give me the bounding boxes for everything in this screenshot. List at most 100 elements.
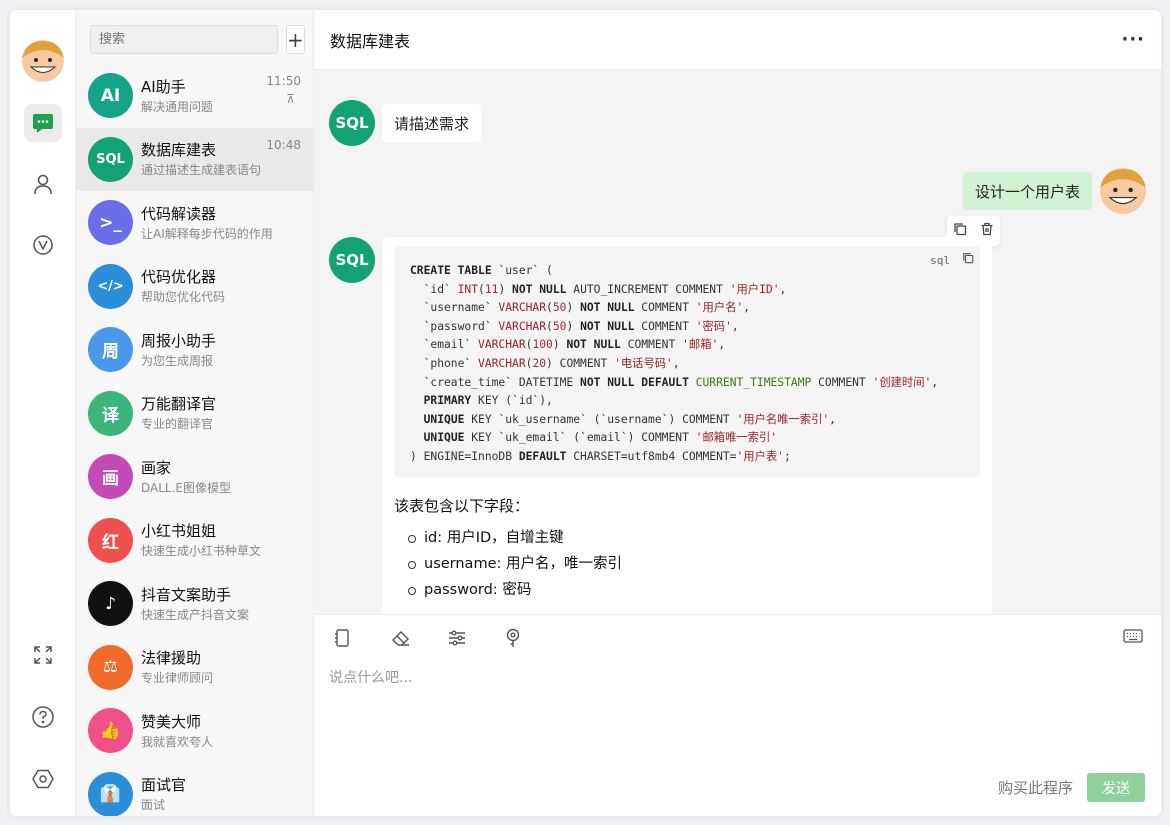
- bot-answer-bubble: sql CREATE TABLE `user` ( `id` INT(11) N…: [382, 237, 992, 614]
- conversation-avatar: >_: [88, 200, 133, 246]
- app-window: + AIAI助手解决通用问题11:50⊼SQL数据库建表通过描述生成建表语句10…: [10, 10, 1161, 816]
- conversation-meta: 小红书姐姐快速生成小红书种草文: [141, 521, 301, 559]
- code-line: `email` VARCHAR(100) NOT NULL COMMENT '邮…: [410, 338, 726, 352]
- code-block: sql CREATE TABLE `user` ( `id` INT(11) N…: [394, 246, 980, 477]
- conversation-desc: 面试: [141, 798, 166, 813]
- bot-answer-row: SQL: [329, 237, 375, 283]
- code-line: UNIQUE KEY `uk_username` (`username`) CO…: [423, 412, 836, 426]
- conversation-item[interactable]: 👔 面试官 面试: [76, 763, 313, 816]
- code-line: `username` VARCHAR(50) NOT NULL COMMENT …: [410, 301, 751, 315]
- pin-top-icon[interactable]: ⊼: [286, 92, 295, 106]
- code-line: `id` INT(11) NOT NULL AUTO_INCREMENT COM…: [410, 282, 787, 296]
- fullscreen-icon[interactable]: [24, 636, 62, 674]
- conversation-item[interactable]: ⚖ 法律援助 专业律师顾问: [76, 636, 313, 700]
- conversation-item[interactable]: ♪ 抖音文案助手 快速生成产抖音文案: [76, 572, 313, 636]
- conversation-desc: 专业的翻译官: [141, 417, 214, 432]
- conversation-desc: 快速生成小红书种草文: [141, 544, 262, 559]
- conversation-meta: 法律援助 专业律师顾问: [141, 648, 301, 686]
- conversation-avatar: 画: [88, 454, 133, 500]
- conversation-avatar: 红: [88, 517, 133, 563]
- buy-program-link[interactable]: 购买此程序: [998, 777, 1073, 798]
- conversation-item[interactable]: SQL 数据库建表 通过描述生成建表语句 10:48: [76, 127, 313, 191]
- code-line: `create_time` DATETIME NOT NULL DEFAULT …: [410, 375, 939, 389]
- chat-title: 数据库建表: [330, 31, 411, 51]
- code-line: UNIQUE KEY `uk_email` (`email`) COMMENT …: [423, 431, 778, 445]
- user-message-row: 设计一个用户表: [962, 168, 1146, 214]
- list-item: username: 用户名，唯一索引: [408, 551, 980, 577]
- pin-icon[interactable]: [505, 627, 562, 649]
- conversation-name: 代码优化器: [141, 268, 217, 287]
- search-row: +: [76, 10, 313, 64]
- composer-toolbar: [314, 615, 1161, 649]
- user-message-bubble: 设计一个用户表: [962, 172, 1092, 210]
- conversation-name: 小红书姐姐: [141, 522, 217, 541]
- composer: 购买此程序 发送: [314, 614, 1161, 816]
- message-input[interactable]: [329, 667, 1139, 767]
- search-input[interactable]: [90, 25, 278, 54]
- conversation-avatar: AI: [88, 73, 133, 119]
- conversation-item[interactable]: 译万能翻译官 专业的翻译官: [76, 382, 313, 446]
- conversation-name: 法律援助: [141, 649, 202, 668]
- conversation-desc: 我就喜欢夸人: [141, 734, 214, 749]
- left-rail: [10, 10, 76, 816]
- conversation-name: 抖音文案助手: [141, 585, 232, 604]
- conversation-item[interactable]: AI AI助手 解决通用问题 11:50 ⊼: [76, 64, 313, 128]
- message-area: SQL 请描述需求 设计一个用户表 SQL sql CREATE TABLE `…: [314, 70, 1161, 614]
- settings-sliders-icon[interactable]: [448, 627, 505, 649]
- bot-avatar: SQL: [329, 100, 375, 146]
- conversation-item[interactable]: 👍 赞美大师我就喜欢夸人: [76, 699, 313, 763]
- conversation-items: AI AI助手 解决通用问题 11:50 ⊼ SQL 数据库建表 通过描述生成建表语句 10:4…: [76, 64, 313, 816]
- conversation-meta: 代码解读器让AI解释每步代码的作用: [141, 204, 301, 242]
- code-line: `password` VARCHAR(50) NOT NULL COMMENT …: [410, 319, 739, 333]
- notebook-icon[interactable]: [334, 627, 391, 649]
- conversation-meta: 代码优化器 帮助您优化代码: [141, 267, 301, 305]
- code-line: ) ENGINE=InnoDB DEFAULT CHARSET=utf8mb4 …: [410, 449, 791, 463]
- list-item: id: 用户ID，自增主键: [408, 525, 980, 551]
- field-list: id: 用户ID，自增主键 username: 用户名，唯一索引 passwor…: [394, 525, 980, 603]
- eraser-icon[interactable]: [391, 627, 448, 649]
- v-badge-icon[interactable]: [24, 226, 62, 264]
- conversation-avatar: ♪: [88, 581, 133, 627]
- conversation-desc: 通过描述生成建表语句: [141, 163, 262, 178]
- add-conversation-button[interactable]: +: [286, 25, 305, 54]
- conversation-meta: 面试官 面试: [141, 775, 301, 813]
- settings-icon[interactable]: [24, 760, 62, 798]
- conversation-name: 代码解读器: [141, 204, 217, 223]
- conversation-desc: DALL.E图像模型: [141, 480, 232, 495]
- conversation-item[interactable]: 红小红书姐姐快速生成小红书种草文: [76, 509, 313, 573]
- conversation-item[interactable]: >_ 代码解读器 让AI解释每步代码的作用: [76, 191, 313, 255]
- conversation-name: 面试官: [141, 776, 187, 795]
- conversation-meta: 画家 DALL.E图像模型: [141, 458, 301, 496]
- conversation-desc: 解决通用问题: [141, 99, 214, 114]
- conversation-time: 11:50: [266, 74, 301, 88]
- more-icon[interactable]: ···: [1121, 29, 1145, 50]
- conversation-name: 赞美大师: [141, 712, 202, 731]
- user-avatar[interactable]: [21, 40, 64, 82]
- bot-answer-avatar: SQL: [329, 237, 375, 283]
- conversation-avatar: 👍: [88, 708, 133, 754]
- code-line: CREATE TABLE `user` (: [410, 264, 553, 277]
- conversation-item[interactable]: 画画家 DALL.E图像模型: [76, 445, 313, 509]
- code-line: PRIMARY KEY (`id`),: [423, 394, 553, 408]
- conversation-meta: 周报小助手 为您生成周报: [141, 331, 301, 369]
- bot-message-row: SQL 请描述需求: [329, 100, 482, 146]
- conversation-item[interactable]: </> 代码优化器 帮助您优化代码: [76, 255, 313, 319]
- chat-icon[interactable]: [23, 104, 62, 142]
- conversation-avatar: 👔: [88, 771, 133, 816]
- help-icon[interactable]: [24, 698, 62, 736]
- conversation-avatar: </>: [88, 263, 133, 309]
- list-item: password: 密码: [408, 577, 980, 603]
- conversation-meta: 万能翻译官 专业的翻译官: [141, 394, 301, 432]
- conversation-item[interactable]: 周周报小助手 为您生成周报: [76, 318, 313, 382]
- copy-code-icon[interactable]: [962, 252, 974, 271]
- user-icon[interactable]: [24, 165, 62, 203]
- conversation-avatar: 译: [88, 390, 133, 436]
- keyboard-icon[interactable]: [1123, 628, 1143, 648]
- conversation-meta: 抖音文案助手 快速生成产抖音文案: [141, 585, 301, 623]
- answer-summary: 该表包含以下字段：: [394, 496, 530, 515]
- code-language-label: sql: [930, 254, 950, 267]
- chat-header: 数据库建表 ···: [314, 10, 1161, 70]
- conversation-desc: 让AI解释每步代码的作用: [141, 226, 273, 241]
- send-button[interactable]: 发送: [1087, 773, 1145, 802]
- user-message-avatar: [1100, 168, 1146, 214]
